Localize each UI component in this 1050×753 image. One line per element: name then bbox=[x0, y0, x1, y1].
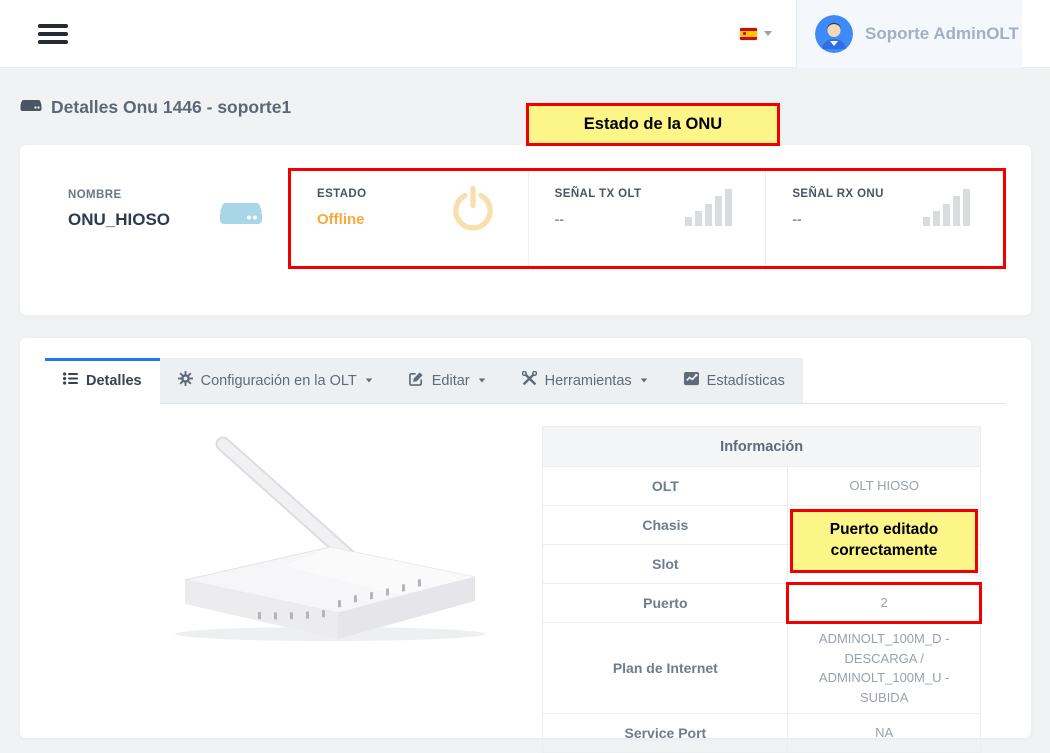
tab-configuracion-olt[interactable]: Configuración en la OLT bbox=[160, 358, 391, 403]
tab-estadisticas[interactable]: Estadísticas bbox=[666, 358, 803, 403]
list-icon bbox=[63, 372, 78, 389]
spain-flag-icon bbox=[740, 28, 757, 40]
navbar-right: Soporte AdminOLT bbox=[716, 0, 1050, 68]
row-value-plan: ADMINOLT_100M_D - DESCARGA / ADMINOLT_10… bbox=[788, 623, 981, 714]
informacion-table: Información OLT OLT HIOSO Chasis Slot Pu… bbox=[542, 426, 981, 753]
senal-rx-label: SEÑAL RX ONU bbox=[792, 188, 1003, 200]
table-row: Plan de Internet ADMINOLT_100M_D - DESCA… bbox=[543, 623, 981, 714]
chart-icon bbox=[684, 371, 699, 390]
annotation-text: Estado de la ONU bbox=[584, 115, 722, 134]
row-label-plan: Plan de Internet bbox=[543, 623, 788, 714]
annotation-estado-onu: Estado de la ONU bbox=[526, 103, 780, 146]
estado-label: ESTADO bbox=[317, 188, 528, 200]
tab-label: Herramientas bbox=[545, 373, 632, 389]
hamburger-menu-icon[interactable] bbox=[38, 20, 68, 48]
row-value-service-port: NA bbox=[788, 714, 981, 753]
annotation-puerto-editado: Puerto editado correctamente bbox=[790, 509, 978, 573]
page: { "header": { "user_name": "Soporte Admi… bbox=[0, 0, 1050, 745]
table-title: Información bbox=[543, 427, 981, 467]
row-label-chasis: Chasis bbox=[543, 506, 788, 545]
table-row: OLT OLT HIOSO bbox=[543, 467, 981, 506]
row-value-puerto: 2 bbox=[788, 584, 981, 623]
row-label-slot: Slot bbox=[543, 545, 788, 584]
row-label-olt: OLT bbox=[543, 467, 788, 506]
tab-label: Detalles bbox=[86, 373, 142, 389]
onu-device-icon bbox=[218, 195, 264, 236]
tab-label: Editar bbox=[432, 373, 470, 389]
signal-bars-icon bbox=[923, 185, 971, 236]
senal-rx-value: -- bbox=[792, 211, 1003, 227]
table-row: Service Port NA bbox=[543, 714, 981, 753]
avatar bbox=[815, 15, 853, 53]
chevron-down-icon bbox=[478, 379, 484, 383]
chevron-down-icon bbox=[640, 379, 646, 383]
tools-icon bbox=[522, 371, 537, 390]
user-menu[interactable]: Soporte AdminOLT bbox=[796, 0, 1022, 68]
row-label-puerto: Puerto bbox=[543, 584, 788, 623]
status-highlight-box: ESTADO Offline SEÑAL TX OLT -- bbox=[288, 168, 1006, 269]
name-block: NOMBRE ONU_HIOSO bbox=[68, 189, 170, 230]
chevron-down-icon bbox=[366, 379, 372, 383]
signal-bars-icon bbox=[685, 185, 733, 236]
language-dropdown[interactable] bbox=[716, 0, 796, 68]
onu-status-card: NOMBRE ONU_HIOSO ESTADO Offline SEÑAL TX… bbox=[20, 145, 1031, 315]
annotation-text-line1: Puerto editado bbox=[830, 520, 939, 541]
table-header-row: Información bbox=[543, 427, 981, 467]
name-value: ONU_HIOSO bbox=[68, 210, 170, 230]
estado-value: Offline bbox=[317, 211, 528, 228]
tab-label: Estadísticas bbox=[707, 373, 785, 389]
senal-tx-value: -- bbox=[555, 211, 766, 227]
senal-tx-label: SEÑAL TX OLT bbox=[555, 188, 766, 200]
tab-detalles[interactable]: Detalles bbox=[45, 358, 160, 404]
chevron-down-icon bbox=[764, 31, 772, 36]
table-row: Puerto 2 bbox=[543, 584, 981, 623]
row-label-service-port: Service Port bbox=[543, 714, 788, 753]
tab-herramientas[interactable]: Herramientas bbox=[504, 358, 666, 403]
status-section-estado: ESTADO Offline bbox=[291, 171, 528, 266]
edit-icon bbox=[409, 371, 424, 390]
status-section-tx: SEÑAL TX OLT -- bbox=[528, 171, 766, 266]
power-icon bbox=[450, 185, 496, 238]
name-label: NOMBRE bbox=[68, 189, 170, 201]
puerto-value: 2 bbox=[881, 595, 888, 610]
detalles-tab-content: Información OLT OLT HIOSO Chasis Slot Pu… bbox=[45, 426, 1006, 753]
row-value-olt: OLT HIOSO bbox=[788, 467, 981, 506]
tab-bar: Detalles bbox=[45, 358, 1006, 404]
device-icon bbox=[20, 96, 42, 119]
onu-product-image bbox=[45, 426, 542, 753]
tab-editar[interactable]: Editar bbox=[391, 358, 504, 403]
status-section-rx: SEÑAL RX ONU -- bbox=[765, 171, 1003, 266]
tab-label: Configuración en la OLT bbox=[201, 373, 357, 389]
annotation-text-line2: correctamente bbox=[831, 541, 938, 562]
gear-icon bbox=[178, 371, 193, 390]
page-title: Detalles Onu 1446 - soporte1 bbox=[51, 97, 291, 118]
top-navbar: Soporte AdminOLT bbox=[0, 0, 1050, 68]
user-name: Soporte AdminOLT bbox=[865, 24, 1019, 44]
